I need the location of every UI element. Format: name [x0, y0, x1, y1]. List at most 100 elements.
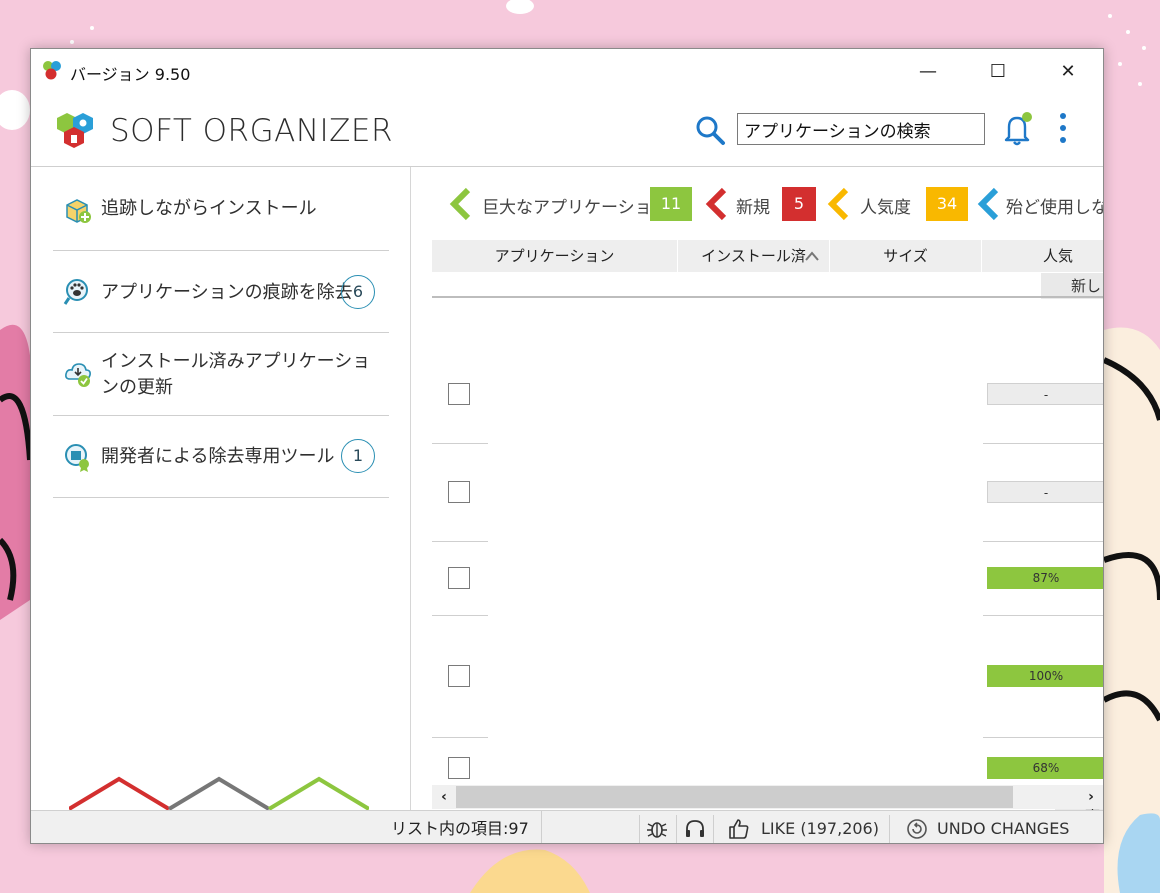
scrollbar-thumb[interactable]: [456, 786, 1013, 808]
row-checkbox[interactable]: [448, 481, 470, 503]
status-divider: [639, 815, 640, 843]
decor-dot: [1126, 30, 1130, 34]
close-button[interactable]: ✕: [1033, 49, 1103, 93]
filter-tab-new[interactable]: 新規 5: [704, 187, 816, 221]
filter-label: 巨大なアプリケーション: [482, 198, 669, 218]
maximize-icon: ☐: [989, 60, 1007, 82]
row-checkbox[interactable]: [448, 757, 470, 779]
column-label: 人気: [1042, 247, 1073, 265]
bell-icon[interactable]: [1001, 111, 1035, 147]
status-divider: [889, 815, 890, 843]
decor-dot: [90, 26, 94, 30]
column-label: サイズ: [883, 247, 928, 265]
row-checkbox[interactable]: [448, 567, 470, 589]
brand-title: SOFT ORGANIZER: [110, 113, 394, 149]
decor-dot: [1138, 82, 1142, 86]
like-label: LIKE (197,206): [761, 819, 879, 838]
close-icon: ✕: [1060, 60, 1076, 82]
headset-icon[interactable]: [683, 817, 707, 841]
filter-tab-popularity[interactable]: 人気度 34: [826, 187, 970, 221]
undo-icon: [907, 819, 927, 839]
sort-ascending-icon: [805, 251, 819, 261]
row-checkbox[interactable]: [448, 383, 470, 405]
sidebar-item-label: 開発者による除去専用ツール: [101, 446, 335, 467]
chevron-left-icon: [449, 187, 471, 221]
table-header: アプリケーション インストール済 サイズ 人気: [432, 240, 1103, 272]
filter-label: 新規: [736, 198, 770, 218]
scroll-left-icon[interactable]: ‹: [434, 787, 454, 807]
minimize-icon: —: [919, 60, 937, 82]
row-divider: [432, 615, 488, 616]
popularity-bar: -: [987, 481, 1103, 503]
column-label: アプリケーション: [494, 247, 615, 265]
filter-count-badge: 5: [782, 187, 816, 221]
app-header: SOFT ORGANIZER: [31, 93, 1103, 167]
sidebar-item-label: 追跡しながらインストール: [101, 198, 317, 219]
title-bar[interactable]: バージョン 9.50 — ☐ ✕: [31, 49, 1103, 93]
minimize-button[interactable]: —: [893, 49, 963, 93]
cloud-update-icon: [65, 363, 91, 387]
column-label: インストール済: [701, 247, 806, 265]
column-header-size[interactable]: サイズ: [830, 240, 982, 272]
filter-label: 人気度: [860, 198, 911, 218]
decor-dot: [1118, 62, 1122, 66]
status-divider: [713, 815, 714, 843]
popularity-bar: -: [987, 383, 1103, 405]
maximize-button[interactable]: ☐: [963, 49, 1033, 93]
sidebar-item-remove-traces[interactable]: アプリケーションの痕跡を除去 6: [53, 251, 389, 333]
popularity-bar: 100%: [987, 665, 1103, 687]
horizontal-scrollbar[interactable]: ‹ ›: [432, 785, 1103, 809]
popularity-bar: 68%: [987, 757, 1103, 779]
status-divider: [676, 815, 677, 843]
filter-tab-huge-apps[interactable]: 巨大なアプリケーション 11: [448, 187, 694, 221]
sidebar-item-update-apps[interactable]: インストール済みアプリケーショ ンの更新: [53, 333, 389, 416]
certificate-tool-icon: [65, 444, 89, 472]
decor-dot: [1142, 46, 1146, 50]
filter-count-badge: 11: [650, 187, 692, 221]
row-checkbox[interactable]: [448, 665, 470, 687]
chevron-left-icon: [977, 187, 999, 221]
label-line-1: インストール済みアプリケーショ: [101, 351, 371, 372]
count-badge: 6: [341, 275, 375, 309]
row-divider: [983, 541, 1103, 542]
main-panel: 巨大なアプリケーション 11 新規 5 人気度 34 殆ど使用しな アプリケーシ: [412, 167, 1104, 810]
app-window: バージョン 9.50 — ☐ ✕ SOFT ORGANIZER アプリケーション…: [30, 48, 1104, 844]
column-header-popularity[interactable]: 人気: [982, 240, 1103, 272]
column-header-installed[interactable]: インストール済: [678, 240, 830, 272]
scroll-right-icon[interactable]: ›: [1081, 787, 1101, 807]
paw-magnifier-icon: [63, 279, 88, 305]
thumbs-up-icon: [729, 819, 749, 839]
item-count: リスト内の項目:97: [391, 811, 542, 843]
row-divider: [432, 737, 488, 738]
search-input[interactable]: [737, 113, 985, 145]
popularity-bar: 87%: [987, 567, 1103, 589]
status-bar: リスト内の項目:97 LIKE (197,206) UNDO CHANGES: [31, 810, 1103, 843]
box-plus-icon: [66, 199, 91, 223]
window-title: バージョン 9.50: [70, 65, 191, 84]
sidebar-item-install-tracking[interactable]: 追跡しながらインストール: [53, 167, 389, 251]
column-header-application[interactable]: アプリケーション: [432, 240, 678, 272]
chevron-left-icon: [827, 187, 849, 221]
bug-icon[interactable]: [645, 817, 669, 841]
filter-label: 殆ど使用しな: [1006, 198, 1104, 218]
label-line-2: ンの更新: [101, 377, 173, 398]
filter-tab-rarely-used[interactable]: 殆ど使用しな: [976, 187, 1104, 221]
soft-organizer-logo-icon: [57, 113, 93, 148]
decorative-zigzag: [69, 776, 369, 811]
row-divider: [432, 443, 488, 444]
filter-count-badge: 34: [926, 187, 968, 221]
chevron-left-icon: [705, 187, 727, 221]
more-vertical-icon[interactable]: [1051, 111, 1075, 147]
count-badge: 1: [341, 439, 375, 473]
sidebar-item-label: インストール済みアプリケーショ ンの更新: [101, 349, 370, 401]
sidebar: 追跡しながらインストール アプリケーションの痕跡を除去 6 インストール済みアプ…: [31, 167, 411, 811]
undo-label: UNDO CHANGES: [937, 819, 1070, 838]
app-logo-icon: [43, 61, 61, 80]
search-icon[interactable]: [693, 113, 727, 147]
decor-dot: [70, 40, 74, 44]
decor-dot: [1108, 14, 1112, 18]
row-divider: [983, 443, 1103, 444]
row-divider: [983, 615, 1103, 616]
sidebar-item-developer-tools[interactable]: 開発者による除去専用ツール 1: [53, 416, 389, 498]
row-divider: [983, 737, 1103, 738]
